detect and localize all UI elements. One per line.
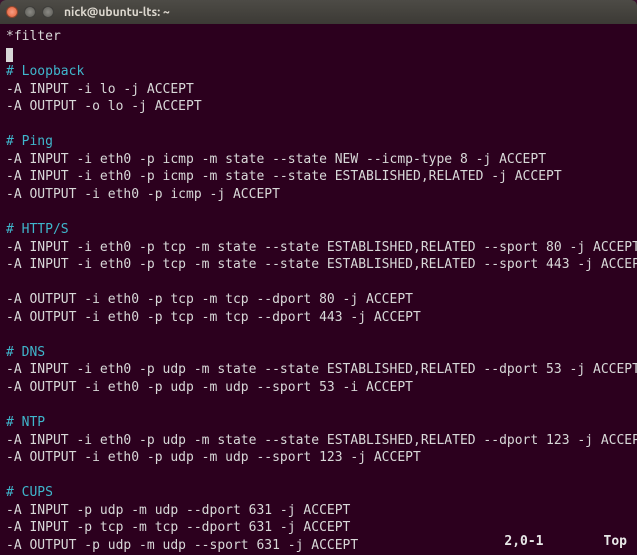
window-title: nick@ubuntu-lts: ~	[64, 6, 170, 19]
close-icon[interactable]	[6, 6, 18, 18]
iptables-rule: -A OUTPUT -i eth0 -p tcp -m tcp --dport …	[6, 310, 421, 325]
iptables-rule: -A OUTPUT -p udp -m udp --sport 631 -j A…	[6, 538, 358, 553]
iptables-rule: -A INPUT -i eth0 -p tcp -m state --state…	[6, 257, 637, 272]
iptables-rule: -A INPUT -i lo -j ACCEPT	[6, 82, 194, 97]
iptables-rule: -A OUTPUT -i eth0 -p udp -m udp --sport …	[6, 380, 413, 395]
iptables-rule: -A INPUT -i eth0 -p udp -m state --state…	[6, 433, 637, 448]
iptables-rule: -A OUTPUT -o lo -j ACCEPT	[6, 99, 202, 114]
section-heading: # NTP	[6, 415, 45, 430]
text-cursor	[6, 48, 13, 62]
iptables-rule: -A INPUT -i eth0 -p icmp -m state --stat…	[6, 169, 562, 184]
section-heading: # CUPS	[6, 485, 53, 500]
iptables-rule: -A OUTPUT -i eth0 -p udp -m udp --sport …	[6, 450, 421, 465]
section-heading: # Ping	[6, 134, 53, 149]
vim-status-bar: 2,0-1 Top	[504, 533, 627, 551]
minimize-icon[interactable]	[24, 6, 36, 18]
section-heading: # Loopback	[6, 64, 84, 79]
section-heading: # HTTP/S	[6, 222, 69, 237]
file-first-line: *filter	[6, 28, 631, 46]
section-heading: # DNS	[6, 345, 45, 360]
iptables-rule: -A INPUT -i eth0 -p tcp -m state --state…	[6, 240, 637, 255]
titlebar: nick@ubuntu-lts: ~	[0, 0, 637, 24]
iptables-rule: -A OUTPUT -i eth0 -p icmp -j ACCEPT	[6, 187, 280, 202]
terminal-content[interactable]: *filter # Loopback -A INPUT -i lo -j ACC…	[0, 24, 637, 555]
iptables-rule: -A OUTPUT -i eth0 -p tcp -m tcp --dport …	[6, 292, 413, 307]
iptables-rule: -A INPUT -i eth0 -p udp -m state --state…	[6, 362, 637, 377]
scroll-location: Top	[604, 533, 627, 551]
iptables-rule: -A INPUT -i eth0 -p icmp -m state --stat…	[6, 152, 546, 167]
maximize-icon[interactable]	[42, 6, 54, 18]
iptables-rule: -A INPUT -p tcp -m tcp --dport 631 -j AC…	[6, 520, 350, 535]
iptables-rule: -A INPUT -p udp -m udp --dport 631 -j AC…	[6, 503, 350, 518]
cursor-position: 2,0-1	[504, 533, 543, 551]
terminal-window: nick@ubuntu-lts: ~ *filter # Loopback -A…	[0, 0, 637, 555]
